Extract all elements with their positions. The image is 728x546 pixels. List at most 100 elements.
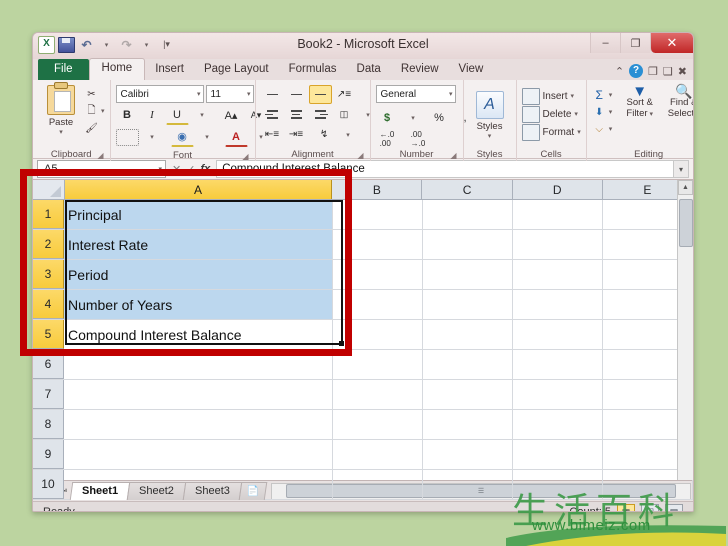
row-header-9[interactable]: 9 bbox=[33, 440, 64, 469]
tab-data[interactable]: Data bbox=[347, 60, 391, 80]
table-row[interactable]: 6 bbox=[33, 350, 693, 380]
cell-c1[interactable] bbox=[423, 200, 513, 229]
cell-d4[interactable] bbox=[513, 290, 603, 319]
cell-c5[interactable] bbox=[423, 320, 513, 349]
autosum-button[interactable]: Σ ▾ bbox=[592, 87, 618, 103]
copy-button[interactable]: 🗋 ▾ bbox=[84, 103, 104, 119]
sheet-tab-sheet1[interactable]: Sheet1 bbox=[69, 482, 131, 500]
cell-a1[interactable]: Principal bbox=[63, 200, 333, 229]
accounting-chevron-down-icon[interactable]: ▾ bbox=[402, 108, 425, 127]
wrap-text-chevron-down-icon[interactable]: ▾ bbox=[337, 125, 360, 144]
cell-d2[interactable] bbox=[513, 230, 603, 259]
tab-page-layout[interactable]: Page Layout bbox=[194, 60, 279, 80]
minimize-button[interactable]: – bbox=[590, 33, 620, 53]
formula-bar-buttons[interactable]: ✕ ✓ fx bbox=[166, 163, 216, 176]
underline-dropdown-icon[interactable]: ▾ bbox=[191, 106, 214, 125]
middle-align-button[interactable] bbox=[285, 85, 308, 104]
close-button[interactable]: ✕ bbox=[650, 33, 693, 53]
cell-d9[interactable] bbox=[513, 440, 603, 469]
cell-b8[interactable] bbox=[333, 410, 423, 439]
paste-button[interactable]: Paste ▾ bbox=[38, 82, 84, 136]
tab-home[interactable]: Home bbox=[88, 58, 146, 80]
tab-formulas[interactable]: Formulas bbox=[279, 60, 347, 80]
grid-rows[interactable]: 1 Principal 2 Interest Rate 3 Period 4 N… bbox=[33, 200, 693, 500]
row-header-6[interactable]: 6 bbox=[33, 350, 64, 379]
ribbon-tab-icons[interactable]: ⌃ ? ❐ ❑ ✖ bbox=[615, 64, 687, 78]
minimize-doc-icon[interactable]: ❐ bbox=[648, 65, 658, 78]
cell-a3[interactable]: Period bbox=[63, 260, 333, 289]
table-row[interactable]: 7 bbox=[33, 380, 693, 410]
column-header-c[interactable]: C bbox=[422, 180, 513, 199]
cell-b9[interactable] bbox=[333, 440, 423, 469]
vertical-scrollbar[interactable]: ▲ bbox=[677, 180, 693, 480]
table-row[interactable]: 9 bbox=[33, 440, 693, 470]
cell-a9[interactable] bbox=[64, 440, 333, 469]
clipboard-dialog-launcher[interactable]: ◢ bbox=[97, 149, 103, 162]
increase-decimal-button[interactable]: ←.0.00 bbox=[376, 129, 399, 148]
cell-c6[interactable] bbox=[423, 350, 513, 379]
name-box-chevron-down-icon[interactable]: ▾ bbox=[158, 165, 162, 173]
font-color-button[interactable]: A bbox=[224, 127, 248, 147]
cell-b4[interactable] bbox=[333, 290, 423, 319]
cell-d5[interactable] bbox=[513, 320, 603, 349]
tab-file[interactable]: File bbox=[38, 59, 89, 80]
sort-and-filter-button[interactable]: ▼ Sort & Filter ▾ bbox=[618, 84, 662, 120]
font-name-chevron-down-icon[interactable]: ▾ bbox=[197, 90, 201, 98]
borders-button[interactable] bbox=[115, 128, 139, 146]
collapse-ribbon-icon[interactable]: ⌃ bbox=[615, 65, 624, 78]
cell-a8[interactable] bbox=[64, 410, 333, 439]
paste-dropdown-icon[interactable]: ▾ bbox=[59, 128, 63, 136]
new-sheet-icon[interactable]: 📄 bbox=[238, 482, 268, 500]
column-header-b[interactable]: B bbox=[332, 180, 423, 199]
clipboard-small-buttons[interactable]: ✂ 🗋 ▾ 🖌 bbox=[84, 85, 105, 136]
clear-button[interactable]: ⌵ ▾ bbox=[592, 121, 618, 137]
ribbon[interactable]: Paste ▾ ✂ 🗋 ▾ 🖌 Clipboard ◢ Calibri ▾ 11… bbox=[33, 80, 693, 162]
format-cells-button[interactable]: Format ▾ bbox=[521, 123, 581, 141]
decrease-decimal-button[interactable]: .00 →.0 bbox=[407, 129, 430, 148]
row-header-8[interactable]: 8 bbox=[33, 410, 64, 439]
cell-a7[interactable] bbox=[64, 380, 333, 409]
help-icon[interactable]: ? bbox=[629, 64, 644, 78]
cell-c8[interactable] bbox=[423, 410, 513, 439]
cell-c7[interactable] bbox=[423, 380, 513, 409]
sheet-tab-sheet3[interactable]: Sheet3 bbox=[182, 482, 242, 500]
align-left-button[interactable] bbox=[261, 105, 284, 124]
top-align-button[interactable] bbox=[261, 85, 284, 104]
vertical-scroll-thumb[interactable] bbox=[679, 199, 693, 247]
tab-insert[interactable]: Insert bbox=[145, 60, 194, 80]
expand-formula-bar-icon[interactable]: ▾ bbox=[673, 160, 689, 178]
cell-a6[interactable] bbox=[64, 350, 333, 379]
restore-doc-icon[interactable]: ❑ bbox=[663, 65, 673, 78]
select-all-corner[interactable] bbox=[33, 180, 65, 199]
center-button[interactable] bbox=[285, 105, 308, 124]
enter-formula-icon[interactable]: ✓ bbox=[186, 163, 195, 176]
align-right-button[interactable] bbox=[309, 105, 332, 124]
table-row[interactable]: 3 Period bbox=[33, 260, 693, 290]
font-size-combo[interactable]: 11 ▾ bbox=[205, 85, 254, 103]
fill-button[interactable]: ⬇ ▾ bbox=[592, 104, 618, 120]
number-dialog-launcher[interactable]: ◢ bbox=[450, 149, 456, 162]
cell-c3[interactable] bbox=[423, 260, 513, 289]
close-doc-icon[interactable]: ✖ bbox=[678, 65, 687, 78]
cell-d1[interactable] bbox=[513, 200, 603, 229]
row-header-3[interactable]: 3 bbox=[33, 260, 64, 289]
cut-button[interactable]: ✂ bbox=[84, 86, 105, 102]
merge-and-center-button[interactable]: ◫ bbox=[333, 105, 356, 124]
font-name-combo[interactable]: Calibri ▾ bbox=[115, 85, 204, 103]
cell-d6[interactable] bbox=[513, 350, 603, 379]
cell-b1[interactable] bbox=[333, 200, 423, 229]
cell-a5[interactable]: Compound Interest Balance bbox=[64, 320, 333, 349]
column-headers[interactable]: A B C D E bbox=[33, 180, 693, 200]
table-row[interactable]: 5 Compound Interest Balance bbox=[33, 320, 693, 350]
cell-b10[interactable] bbox=[333, 470, 423, 499]
row-header-7[interactable]: 7 bbox=[33, 380, 64, 409]
format-painter-button[interactable]: 🖌 bbox=[84, 120, 105, 136]
increase-font-size-button[interactable]: A▴ bbox=[220, 106, 243, 125]
increase-indent-button[interactable]: ⇥≡ bbox=[285, 125, 308, 144]
insert-function-icon[interactable]: fx bbox=[200, 163, 210, 175]
underline-button[interactable]: U bbox=[165, 105, 189, 125]
number-format-chevron-down-icon[interactable]: ▾ bbox=[449, 90, 453, 98]
styles-chevron-down-icon[interactable]: ▾ bbox=[488, 132, 492, 140]
cell-a4[interactable]: Number of Years bbox=[63, 290, 333, 319]
fill-color-chevron-down-icon[interactable]: ▾ bbox=[196, 128, 219, 147]
